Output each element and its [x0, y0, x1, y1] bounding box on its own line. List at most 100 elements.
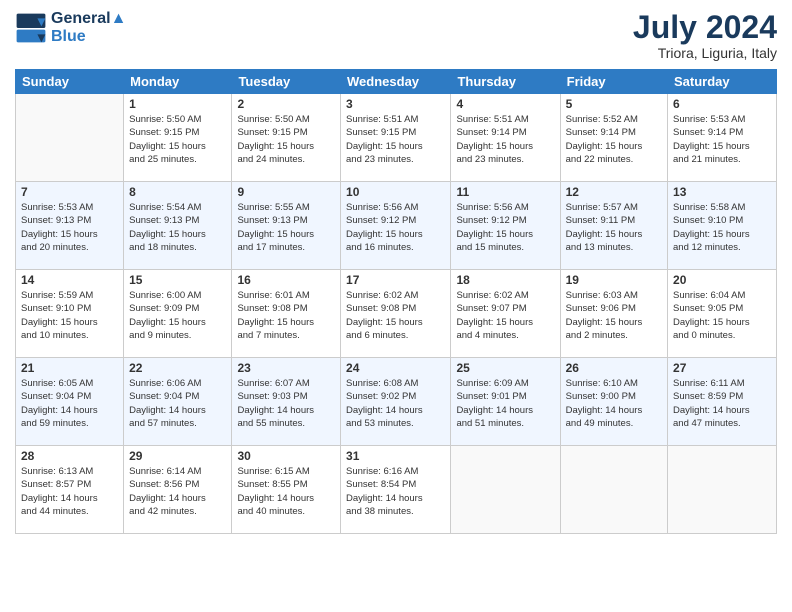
week-row-2: 7 Sunrise: 5:53 AM Sunset: 9:13 PM Daylig… [16, 182, 777, 270]
day-info: Sunrise: 5:50 AM Sunset: 9:15 PM Dayligh… [237, 113, 335, 166]
calendar-cell [16, 94, 124, 182]
day-info: Sunrise: 6:07 AM Sunset: 9:03 PM Dayligh… [237, 377, 335, 430]
calendar-cell: 17Sunrise: 6:02 AM Sunset: 9:08 PM Dayli… [341, 270, 451, 358]
day-number: 15 [129, 273, 226, 287]
calendar-cell: 28Sunrise: 6:13 AM Sunset: 8:57 PM Dayli… [16, 446, 124, 534]
calendar-cell [560, 446, 667, 534]
day-number: 8 [129, 185, 226, 199]
day-number: 11 [456, 185, 554, 199]
day-info: Sunrise: 6:03 AM Sunset: 9:06 PM Dayligh… [566, 289, 662, 342]
week-row-4: 21 Sunrise: 6:05 AM Sunset: 9:04 PM Dayli… [16, 358, 777, 446]
week-row-1: 1 Sunrise: 5:50 AM Sunset: 9:15 PM Daylig… [16, 94, 777, 182]
day-number: 24 [346, 361, 445, 375]
calendar-cell: 23Sunrise: 6:07 AM Sunset: 9:03 PM Dayli… [232, 358, 341, 446]
logo-icon [15, 12, 47, 44]
calendar-cell: 20 Sunrise: 6:04 AM Sunset: 9:05 PM Dayli… [668, 270, 777, 358]
calendar-cell [668, 446, 777, 534]
day-number: 21 [21, 361, 118, 375]
weekday-header-saturday: Saturday [668, 70, 777, 94]
day-number: 25 [456, 361, 554, 375]
day-number: 13 [673, 185, 771, 199]
day-number: 30 [237, 449, 335, 463]
day-number: 16 [237, 273, 335, 287]
calendar-cell: 12 Sunrise: 5:57 AM Sunset: 9:11 PM Dayli… [560, 182, 667, 270]
calendar-cell: 24 Sunrise: 6:08 AM Sunset: 9:02 PM Dayli… [341, 358, 451, 446]
calendar-cell: 16 Sunrise: 6:01 AM Sunset: 9:08 PM Dayli… [232, 270, 341, 358]
weekday-header-monday: Monday [124, 70, 232, 94]
day-number: 12 [566, 185, 662, 199]
day-number: 31 [346, 449, 445, 463]
day-info: Sunrise: 5:52 AM Sunset: 9:14 PM Dayligh… [566, 113, 662, 166]
day-info: Sunrise: 6:09 AM Sunset: 9:01 PM Dayligh… [456, 377, 554, 430]
weekday-header-row: SundayMondayTuesdayWednesdayThursdayFrid… [16, 70, 777, 94]
day-number: 26 [566, 361, 662, 375]
day-info: Sunrise: 5:57 AM Sunset: 9:11 PM Dayligh… [566, 201, 662, 254]
calendar-cell: 21 Sunrise: 6:05 AM Sunset: 9:04 PM Dayli… [16, 358, 124, 446]
calendar-cell: 13 Sunrise: 5:58 AM Sunset: 9:10 PM Dayli… [668, 182, 777, 270]
day-info: Sunrise: 5:53 AM Sunset: 9:13 PM Dayligh… [21, 201, 118, 254]
calendar-cell: 11 Sunrise: 5:56 AM Sunset: 9:12 PM Dayli… [451, 182, 560, 270]
weekday-header-sunday: Sunday [16, 70, 124, 94]
day-info: Sunrise: 5:56 AM Sunset: 9:12 PM Dayligh… [456, 201, 554, 254]
calendar-cell: 29Sunrise: 6:14 AM Sunset: 8:56 PM Dayli… [124, 446, 232, 534]
calendar-cell: 22Sunrise: 6:06 AM Sunset: 9:04 PM Dayli… [124, 358, 232, 446]
day-info: Sunrise: 5:50 AM Sunset: 9:15 PM Dayligh… [129, 113, 226, 166]
day-number: 6 [673, 97, 771, 111]
day-number: 14 [21, 273, 118, 287]
day-number: 3 [346, 97, 445, 111]
calendar-cell: 9 Sunrise: 5:55 AM Sunset: 9:13 PM Daylig… [232, 182, 341, 270]
day-info: Sunrise: 6:15 AM Sunset: 8:55 PM Dayligh… [237, 465, 335, 518]
calendar-cell: 7 Sunrise: 5:53 AM Sunset: 9:13 PM Daylig… [16, 182, 124, 270]
calendar-cell: 30 Sunrise: 6:15 AM Sunset: 8:55 PM Dayli… [232, 446, 341, 534]
day-number: 4 [456, 97, 554, 111]
calendar-cell: 2 Sunrise: 5:50 AM Sunset: 9:15 PM Daylig… [232, 94, 341, 182]
calendar-cell: 3 Sunrise: 5:51 AM Sunset: 9:15 PM Daylig… [341, 94, 451, 182]
day-info: Sunrise: 6:08 AM Sunset: 9:02 PM Dayligh… [346, 377, 445, 430]
day-info: Sunrise: 6:02 AM Sunset: 9:08 PM Dayligh… [346, 289, 445, 342]
week-row-3: 14 Sunrise: 5:59 AM Sunset: 9:10 PM Dayli… [16, 270, 777, 358]
day-info: Sunrise: 6:11 AM Sunset: 8:59 PM Dayligh… [673, 377, 771, 430]
day-info: Sunrise: 6:05 AM Sunset: 9:04 PM Dayligh… [21, 377, 118, 430]
day-info: Sunrise: 6:04 AM Sunset: 9:05 PM Dayligh… [673, 289, 771, 342]
calendar-cell: 18 Sunrise: 6:02 AM Sunset: 9:07 PM Dayli… [451, 270, 560, 358]
month-year: July 2024 [633, 10, 777, 45]
weekday-header-wednesday: Wednesday [341, 70, 451, 94]
day-info: Sunrise: 5:51 AM Sunset: 9:15 PM Dayligh… [346, 113, 445, 166]
day-number: 19 [566, 273, 662, 287]
day-info: Sunrise: 5:58 AM Sunset: 9:10 PM Dayligh… [673, 201, 771, 254]
week-row-5: 28Sunrise: 6:13 AM Sunset: 8:57 PM Dayli… [16, 446, 777, 534]
day-number: 2 [237, 97, 335, 111]
weekday-header-thursday: Thursday [451, 70, 560, 94]
day-info: Sunrise: 6:16 AM Sunset: 8:54 PM Dayligh… [346, 465, 445, 518]
day-info: Sunrise: 6:01 AM Sunset: 9:08 PM Dayligh… [237, 289, 335, 342]
day-info: Sunrise: 6:02 AM Sunset: 9:07 PM Dayligh… [456, 289, 554, 342]
day-info: Sunrise: 5:51 AM Sunset: 9:14 PM Dayligh… [456, 113, 554, 166]
day-number: 22 [129, 361, 226, 375]
day-number: 29 [129, 449, 226, 463]
calendar-cell: 14 Sunrise: 5:59 AM Sunset: 9:10 PM Dayli… [16, 270, 124, 358]
calendar-cell: 4 Sunrise: 5:51 AM Sunset: 9:14 PM Daylig… [451, 94, 560, 182]
weekday-header-friday: Friday [560, 70, 667, 94]
day-info: Sunrise: 5:55 AM Sunset: 9:13 PM Dayligh… [237, 201, 335, 254]
page: General▲ Blue July 2024 Triora, Liguria,… [0, 0, 792, 612]
day-number: 18 [456, 273, 554, 287]
calendar-cell: 6 Sunrise: 5:53 AM Sunset: 9:14 PM Daylig… [668, 94, 777, 182]
day-info: Sunrise: 5:59 AM Sunset: 9:10 PM Dayligh… [21, 289, 118, 342]
calendar-cell: 27 Sunrise: 6:11 AM Sunset: 8:59 PM Dayli… [668, 358, 777, 446]
calendar-cell: 5Sunrise: 5:52 AM Sunset: 9:14 PM Daylig… [560, 94, 667, 182]
day-number: 28 [21, 449, 118, 463]
calendar-cell: 15Sunrise: 6:00 AM Sunset: 9:09 PM Dayli… [124, 270, 232, 358]
day-number: 20 [673, 273, 771, 287]
calendar-cell [451, 446, 560, 534]
day-number: 9 [237, 185, 335, 199]
calendar: SundayMondayTuesdayWednesdayThursdayFrid… [15, 69, 777, 534]
day-number: 1 [129, 97, 226, 111]
location: Triora, Liguria, Italy [633, 45, 777, 61]
day-info: Sunrise: 5:56 AM Sunset: 9:12 PM Dayligh… [346, 201, 445, 254]
title-block: July 2024 Triora, Liguria, Italy [633, 10, 777, 61]
day-info: Sunrise: 5:53 AM Sunset: 9:14 PM Dayligh… [673, 113, 771, 166]
logo-text: General▲ Blue [51, 10, 126, 45]
day-number: 7 [21, 185, 118, 199]
day-info: Sunrise: 6:10 AM Sunset: 9:00 PM Dayligh… [566, 377, 662, 430]
day-number: 27 [673, 361, 771, 375]
